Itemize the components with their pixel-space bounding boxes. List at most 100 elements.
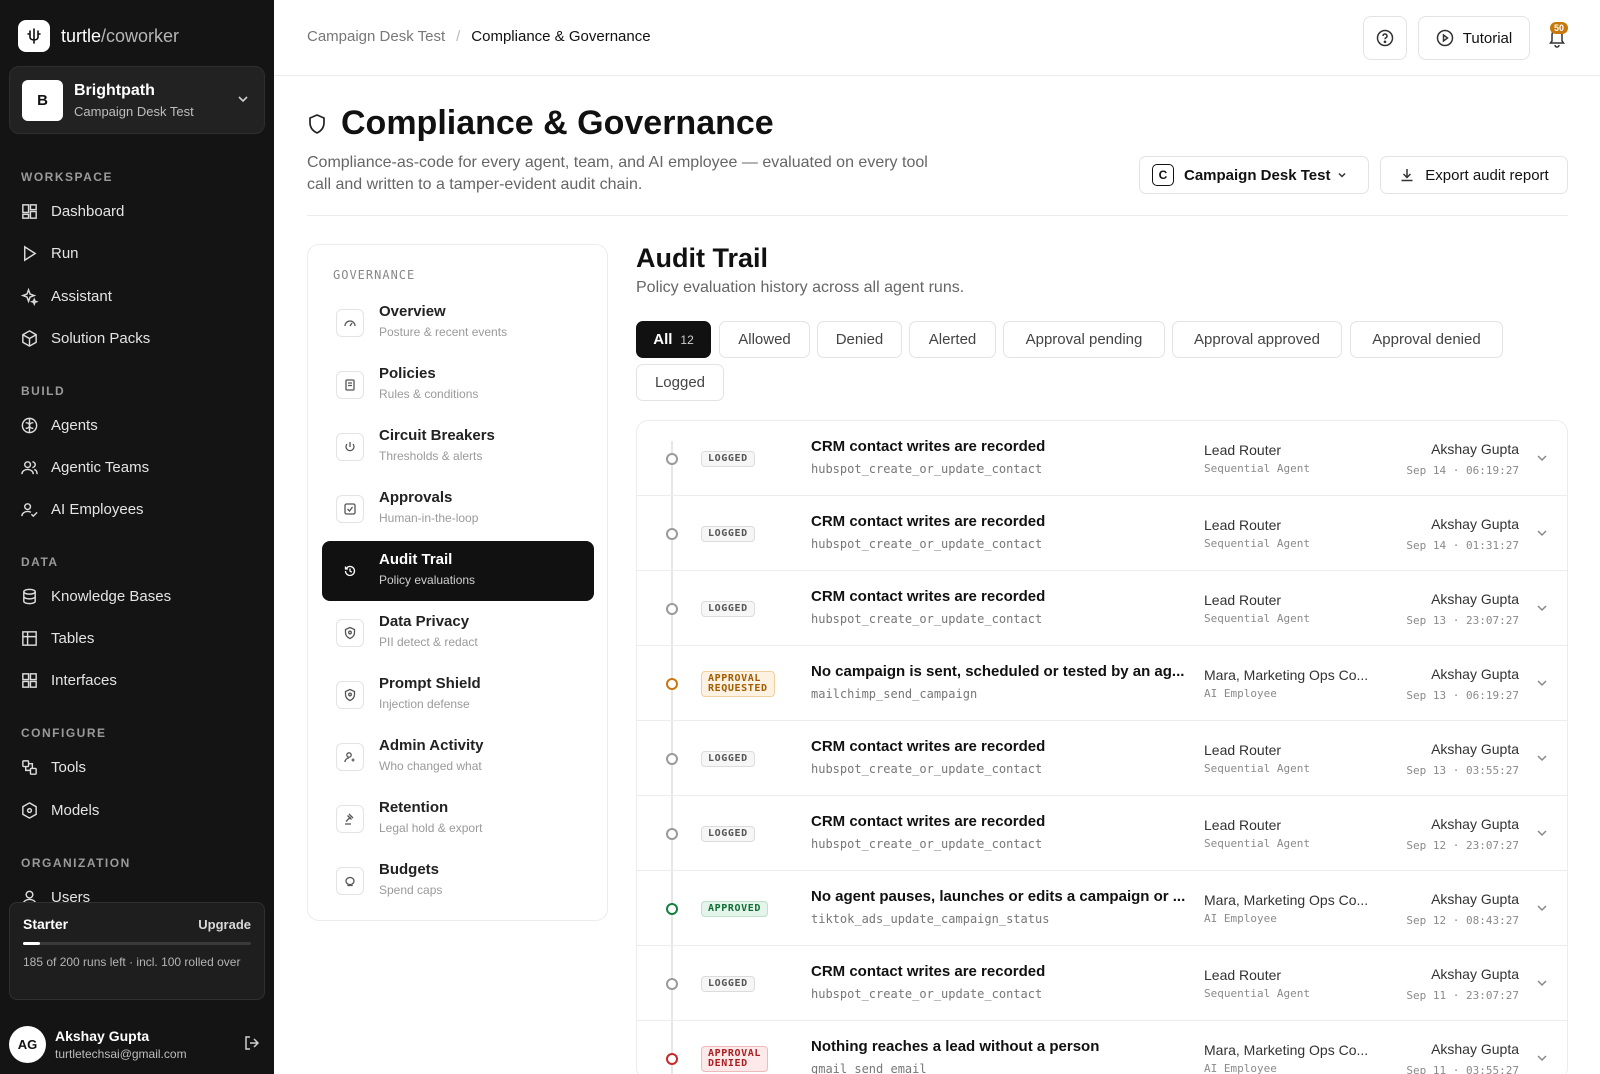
chevron-down-icon[interactable] — [1535, 526, 1549, 540]
governance-nav: GOVERNANCE Overview Posture & recent eve… — [307, 244, 608, 921]
gov-item-audit-trail[interactable]: Audit Trail Policy evaluations — [322, 541, 594, 601]
chevron-down-icon[interactable] — [1535, 976, 1549, 990]
gov-item-policies[interactable]: Policies Rules & conditions — [322, 355, 594, 415]
nav-section-data: DATA — [21, 555, 59, 569]
breadcrumb-parent[interactable]: Campaign Desk Test — [307, 28, 445, 45]
gov-item-data-privacy[interactable]: Data Privacy PII detect & redact — [322, 603, 594, 663]
gov-item-subtitle: Who changed what — [379, 759, 482, 773]
export-audit-report-button[interactable]: Export audit report — [1380, 156, 1568, 194]
event-timestamp: Sep 14 · 06:19:27 — [1406, 464, 1519, 477]
sidebar-item-models[interactable]: Models — [20, 795, 99, 825]
agent-type: Sequential Agent — [1204, 837, 1310, 850]
upgrade-button[interactable]: Upgrade — [198, 917, 251, 932]
breadcrumb: Campaign Desk Test / Compliance & Govern… — [307, 28, 651, 45]
sidebar-item-agentic-teams[interactable]: Agentic Teams — [20, 452, 149, 482]
users-icon — [21, 460, 38, 474]
chevron-down-icon[interactable] — [1535, 901, 1549, 915]
sidebar-item-tables[interactable]: Tables — [20, 623, 94, 653]
page-header: Compliance & Governance — [307, 104, 774, 143]
power-icon — [336, 433, 364, 461]
filter-denied[interactable]: Denied — [817, 321, 902, 358]
logout-icon[interactable] — [243, 1034, 261, 1052]
filter-allowed[interactable]: Allowed — [719, 321, 810, 358]
agent-name: Mara, Marketing Ops Co... — [1204, 892, 1369, 908]
agent-name: Lead Router — [1204, 442, 1282, 458]
workspace-switcher[interactable]: B Brightpath Campaign Desk Test — [9, 66, 265, 134]
gov-item-admin-activity[interactable]: Admin Activity Who changed what — [322, 727, 594, 787]
gov-item-retention[interactable]: Retention Legal hold & export — [322, 789, 594, 849]
chevron-down-icon[interactable] — [1535, 826, 1549, 840]
table-row[interactable]: LOGGED CRM contact writes are recorded h… — [637, 946, 1567, 1021]
status-badge: LOGGED — [701, 751, 755, 767]
gov-item-approvals[interactable]: Approvals Human-in-the-loop — [322, 479, 594, 539]
chevron-down-icon[interactable] — [1535, 601, 1549, 615]
chevron-down-icon[interactable] — [1535, 676, 1549, 690]
status-badge: LOGGED — [701, 826, 755, 842]
status-dot — [666, 828, 678, 840]
gov-item-prompt-shield[interactable]: Prompt Shield Injection defense — [322, 665, 594, 725]
sidebar-item-label: Models — [51, 801, 100, 819]
audit-trail-title: Audit Trail — [636, 243, 769, 273]
sidebar-item-solution-packs[interactable]: Solution Packs — [20, 323, 150, 353]
table-row[interactable]: LOGGED CRM contact writes are recorded h… — [637, 496, 1567, 571]
export-label: Export audit report — [1425, 166, 1549, 184]
filter-logged[interactable]: Logged — [636, 364, 724, 401]
gov-item-subtitle: Rules & conditions — [379, 387, 479, 401]
gov-item-circuit-breakers[interactable]: Circuit Breakers Thresholds & alerts — [322, 417, 594, 477]
top-bar: Campaign Desk Test / Compliance & Govern… — [274, 0, 1600, 76]
plan-usage-bar — [23, 942, 251, 945]
chevron-down-icon[interactable] — [1535, 751, 1549, 765]
sidebar-item-tools[interactable]: Tools — [20, 752, 86, 782]
database-icon — [23, 588, 36, 604]
gov-item-budgets[interactable]: Budgets Spend caps — [322, 851, 594, 911]
gov-item-subtitle: PII detect & redact — [379, 635, 478, 649]
audit-trail-subtitle: Policy evaluation history across all age… — [636, 279, 965, 296]
table-row[interactable]: LOGGED CRM contact writes are recorded h… — [637, 721, 1567, 796]
agent-type: AI Employee — [1204, 1062, 1277, 1074]
gov-item-title: Overview — [379, 303, 446, 320]
policy-name: No campaign is sent, scheduled or tested… — [811, 663, 1185, 680]
tool-name: mailchimp_send_campaign — [811, 687, 978, 701]
gov-item-overview[interactable]: Overview Posture & recent events — [322, 293, 594, 353]
tutorial-button[interactable]: Tutorial — [1418, 16, 1530, 60]
sidebar-item-label: Dashboard — [51, 202, 125, 220]
history-icon — [336, 557, 364, 585]
sidebar-item-agents[interactable]: Agents — [20, 410, 98, 440]
nav-section-configure: CONFIGURE — [21, 726, 107, 740]
sidebar-item-ai-employees[interactable]: AI Employees — [20, 494, 144, 524]
table-row[interactable]: APPROVED No agent pauses, launches or ed… — [637, 871, 1567, 946]
actor-name: Akshay Gupta — [1431, 591, 1519, 607]
table-row[interactable]: LOGGED CRM contact writes are recorded h… — [637, 571, 1567, 646]
project-select[interactable]: C Campaign Desk Test — [1139, 156, 1369, 194]
sidebar-item-label: Run — [51, 244, 79, 262]
table-row[interactable]: LOGGED CRM contact writes are recorded h… — [637, 421, 1567, 496]
table-row[interactable]: APPROVAL REQUESTED No campaign is sent, s… — [637, 646, 1567, 721]
filter-approval-approved[interactable]: Approval approved — [1172, 321, 1342, 358]
logo[interactable]: turtle/coworker — [18, 20, 179, 52]
help-button[interactable] — [1363, 16, 1407, 60]
filter-approval-pending[interactable]: Approval pending — [1003, 321, 1165, 358]
gov-item-title: Approvals — [379, 489, 453, 506]
sidebar-item-run[interactable]: Run — [20, 238, 79, 268]
filter-all[interactable]: All 12 — [636, 321, 711, 358]
user-profile[interactable]: AG Akshay Gupta turtletechsai@gmail.com — [9, 1024, 265, 1064]
filter-alerted[interactable]: Alerted — [909, 321, 996, 358]
status-dot — [666, 453, 678, 465]
status-badge: APPROVAL REQUESTED — [701, 671, 775, 697]
chevron-down-icon[interactable] — [1535, 1051, 1549, 1065]
sidebar-item-dashboard[interactable]: Dashboard — [20, 196, 124, 226]
table-row[interactable]: LOGGED CRM contact writes are recorded h… — [637, 796, 1567, 871]
agent-name: Lead Router — [1204, 517, 1282, 533]
chevron-down-icon[interactable] — [1535, 451, 1549, 465]
sidebar-item-assistant[interactable]: Assistant — [20, 281, 112, 311]
actor-name: Akshay Gupta — [1431, 666, 1519, 682]
notification-count-badge: 50 — [1550, 22, 1569, 34]
sidebar-item-interfaces[interactable]: Interfaces — [20, 665, 117, 695]
event-timestamp: Sep 11 · 03:55:27 — [1406, 1064, 1519, 1074]
table-row[interactable]: APPROVAL DENIED Nothing reaches a lead wi… — [637, 1021, 1567, 1074]
filter-approval-denied[interactable]: Approval denied — [1350, 321, 1503, 358]
actor-name: Akshay Gupta — [1431, 966, 1519, 982]
sidebar-item-knowledge-bases[interactable]: Knowledge Bases — [20, 581, 171, 611]
event-timestamp: Sep 12 · 08:43:27 — [1406, 914, 1519, 927]
status-dot — [666, 753, 678, 765]
